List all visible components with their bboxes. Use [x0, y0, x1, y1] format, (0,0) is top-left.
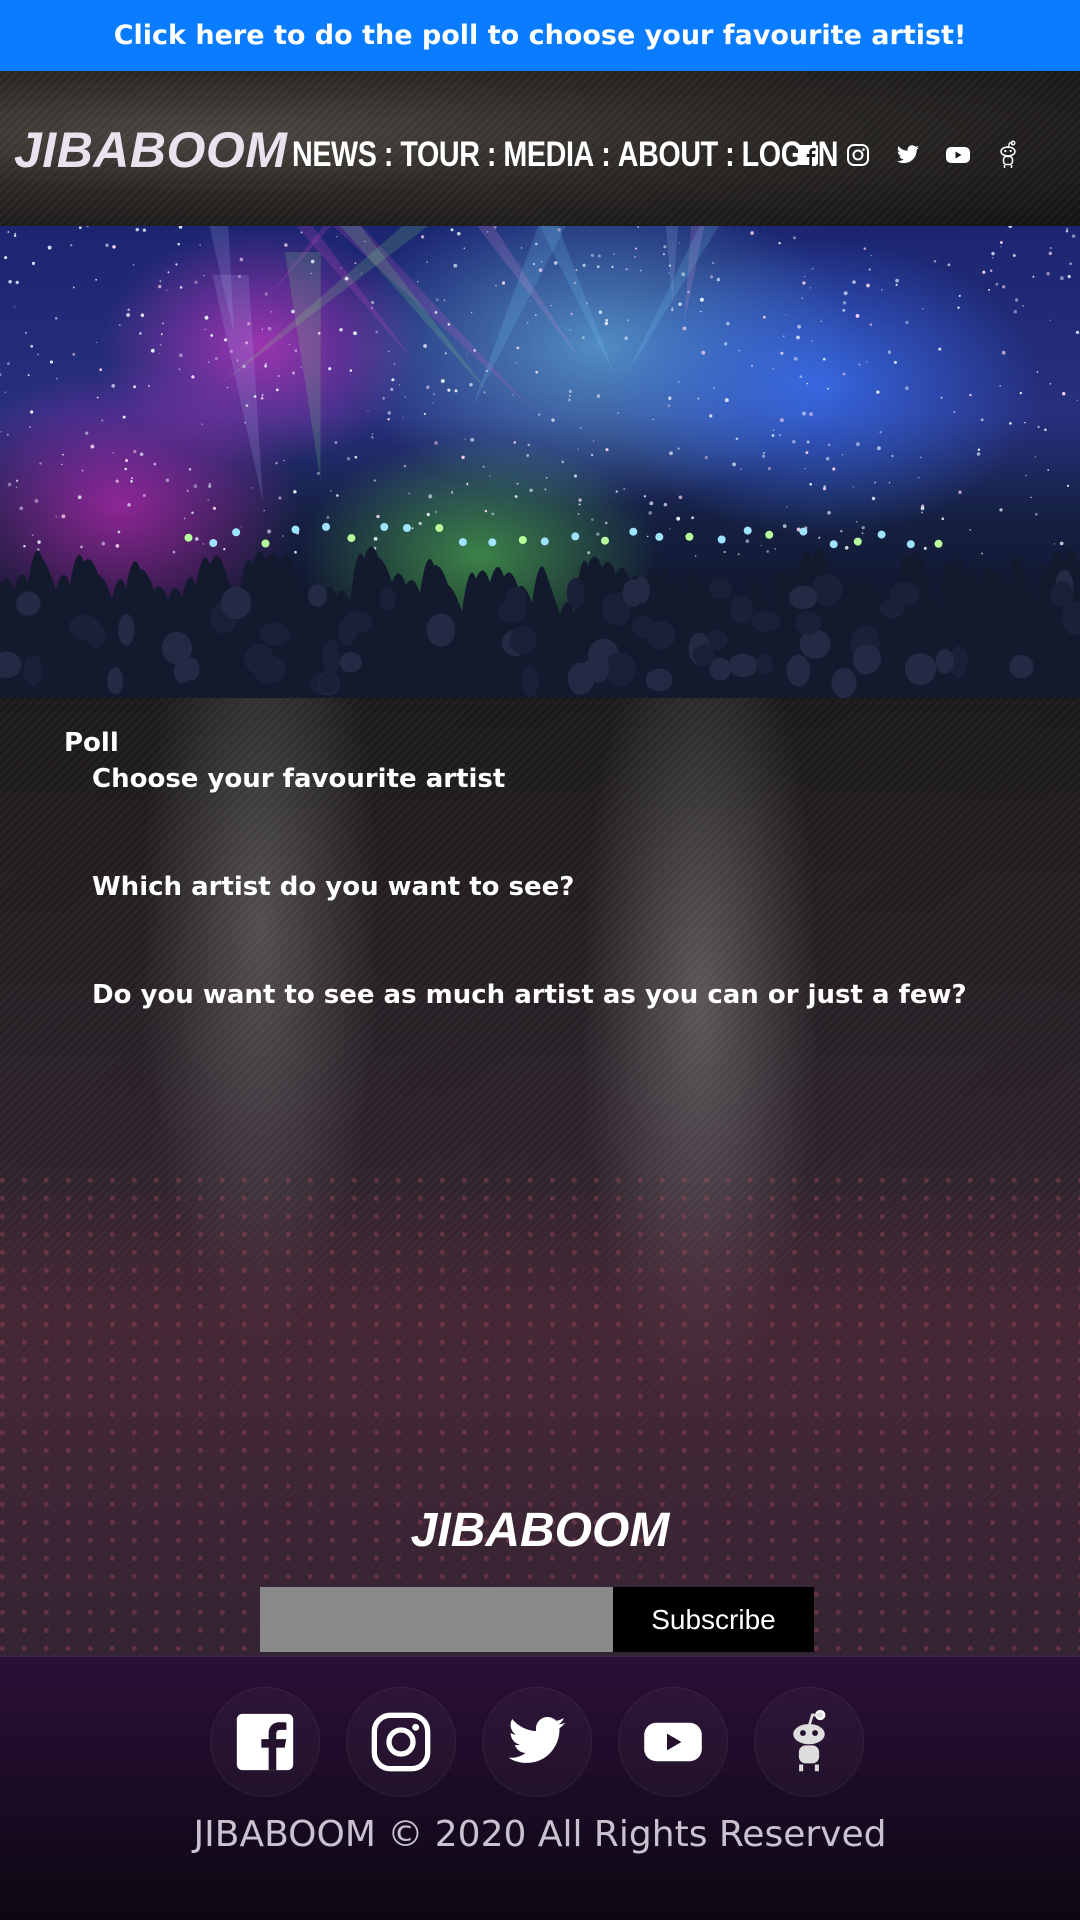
nav-news[interactable]: NEWS — [292, 135, 377, 175]
poll-banner-link[interactable]: Click here to do the poll to choose your… — [0, 0, 1080, 71]
facebook-icon[interactable] — [794, 141, 822, 169]
poll-question-how-many-artists[interactable]: Do you want to see as much artist as you… — [92, 980, 967, 1010]
subscribe-button[interactable]: Subscribe — [613, 1587, 814, 1652]
email-field[interactable] — [260, 1587, 613, 1652]
poll-question-favourite-artist[interactable]: Choose your favourite artist — [92, 764, 505, 794]
subscribe-form: Subscribe — [260, 1587, 814, 1652]
poll-question-which-artist[interactable]: Which artist do you want to see? — [92, 872, 574, 902]
nav-separator: : — [383, 135, 394, 174]
site-footer: JIBABOOM © 2020 All Rights Reserved — [0, 1655, 1080, 1920]
hero-scene — [0, 226, 1080, 698]
facebook-icon[interactable] — [210, 1687, 320, 1797]
reddit-icon[interactable] — [994, 140, 1022, 169]
reddit-icon[interactable] — [754, 1687, 864, 1797]
hero-concert-image — [0, 226, 1080, 698]
nav-separator: : — [486, 135, 497, 174]
footer-logo: JIBABOOM — [410, 1504, 670, 1557]
footer-social-links — [210, 1687, 890, 1797]
crowd-background — [0, 1175, 1080, 1655]
instagram-icon[interactable] — [346, 1687, 456, 1797]
instagram-icon[interactable] — [844, 141, 872, 169]
main-nav: NEWS : TOUR : MEDIA : ABOUT : LOG IN — [292, 135, 838, 175]
nav-separator: : — [601, 135, 611, 174]
nav-media[interactable]: MEDIA — [503, 135, 594, 175]
site-logo[interactable]: JIBABOOM — [14, 121, 287, 179]
poll-title: Poll — [64, 728, 119, 758]
nav-about[interactable]: ABOUT — [618, 135, 718, 175]
poll-section: Poll Choose your favourite artist Which … — [0, 698, 1080, 1655]
youtube-icon[interactable] — [944, 141, 972, 169]
nav-separator: : — [725, 135, 735, 174]
twitter-icon[interactable] — [482, 1687, 592, 1797]
header-social-links — [794, 140, 1044, 169]
twitter-icon[interactable] — [894, 141, 922, 169]
nav-tour[interactable]: TOUR — [400, 135, 480, 175]
copyright-text: JIBABOOM © 2020 All Rights Reserved — [193, 1814, 887, 1855]
youtube-icon[interactable] — [618, 1687, 728, 1797]
